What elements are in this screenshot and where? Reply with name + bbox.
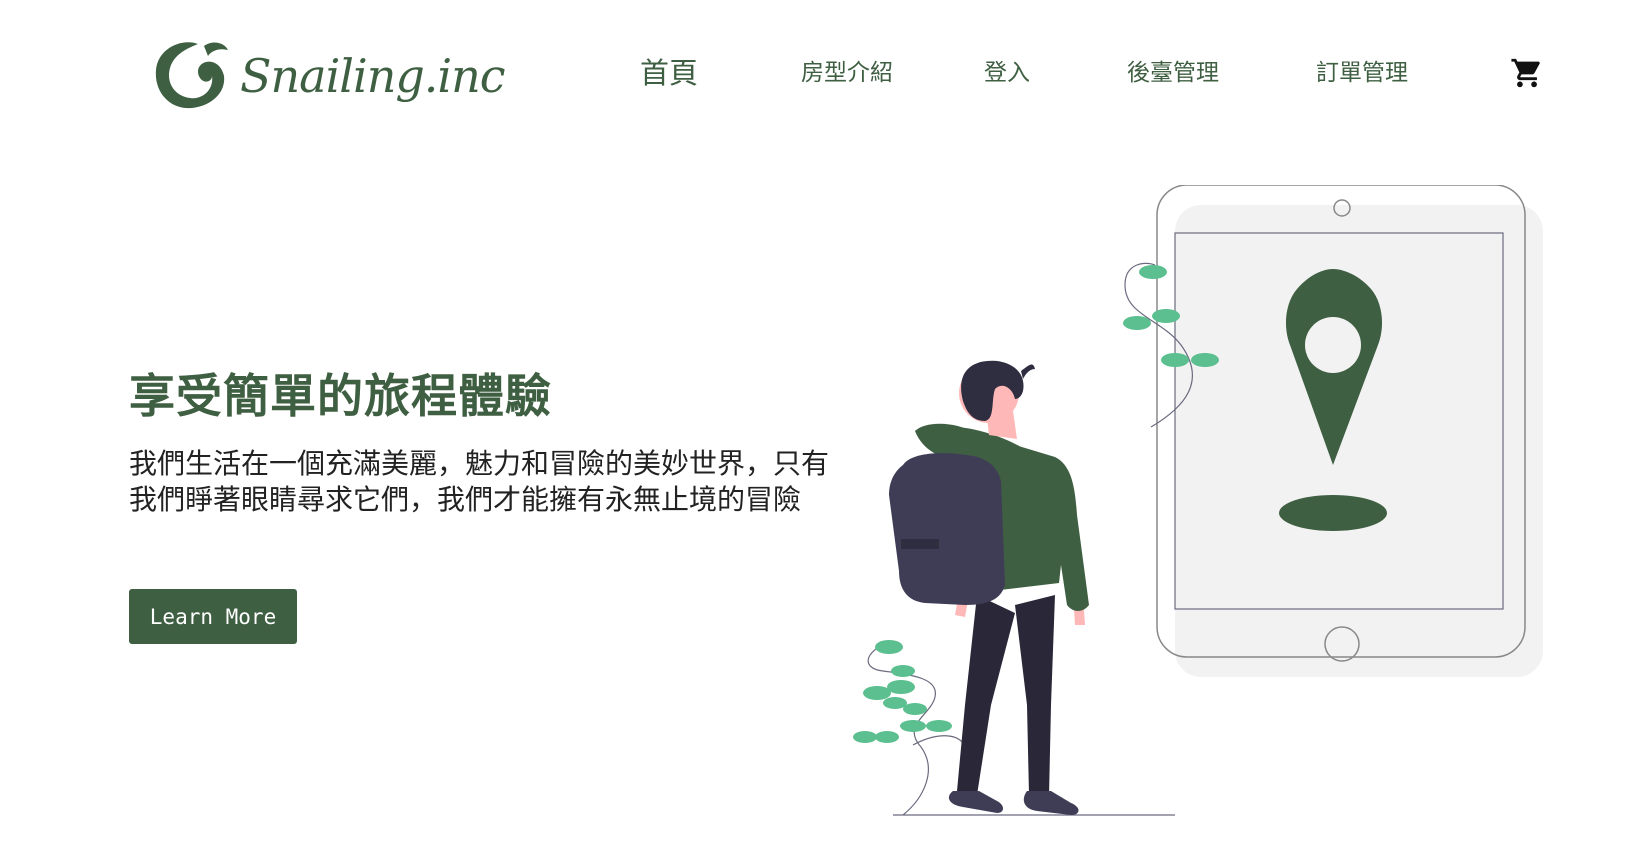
leaf	[1123, 316, 1151, 330]
leaf	[883, 697, 907, 709]
hero-title: 享受簡單的旅程體驗	[129, 369, 552, 423]
brand-name: Snailing.inc	[240, 49, 505, 103]
shopping-cart-icon[interactable]	[1510, 56, 1544, 90]
nav-rooms[interactable]: 房型介紹	[801, 48, 893, 98]
lower-vine-branch	[912, 735, 964, 746]
leaf	[900, 720, 926, 732]
nav-home[interactable]: 首頁	[640, 48, 698, 98]
nav-orders[interactable]: 訂單管理	[1316, 48, 1408, 98]
hero-description: 我們生活在一個充滿美麗，魅力和冒險的美妙世界，只有我們睜著眼睛尋求它們，我們才能…	[129, 447, 830, 516]
leaf	[875, 640, 903, 654]
leaf	[1161, 353, 1189, 367]
traveler-person	[889, 360, 1089, 815]
leaf	[1191, 353, 1219, 367]
learn-more-button[interactable]: Learn More	[129, 589, 297, 644]
nav-admin[interactable]: 後臺管理	[1127, 48, 1219, 98]
page: Snailing.inc 首頁 房型介紹 登入 後臺管理 訂單管理 享受簡單的旅…	[0, 0, 1644, 858]
map-pin-hole	[1305, 317, 1361, 373]
brand-logo[interactable]: Snailing.inc	[152, 36, 505, 116]
leaf	[891, 665, 915, 677]
map-pin-shadow	[1279, 495, 1387, 531]
leaf	[875, 731, 899, 743]
nav-login[interactable]: 登入	[984, 48, 1030, 98]
leaf	[903, 703, 927, 715]
leaf	[1152, 309, 1180, 323]
cart-glyph	[1511, 58, 1540, 88]
leaf	[863, 686, 891, 700]
leaf	[926, 720, 952, 732]
leaf	[1139, 265, 1167, 279]
leaf	[887, 680, 915, 694]
snail-logo-icon	[155, 42, 228, 109]
traveler-illustration	[853, 185, 1543, 816]
leaf	[853, 731, 877, 743]
